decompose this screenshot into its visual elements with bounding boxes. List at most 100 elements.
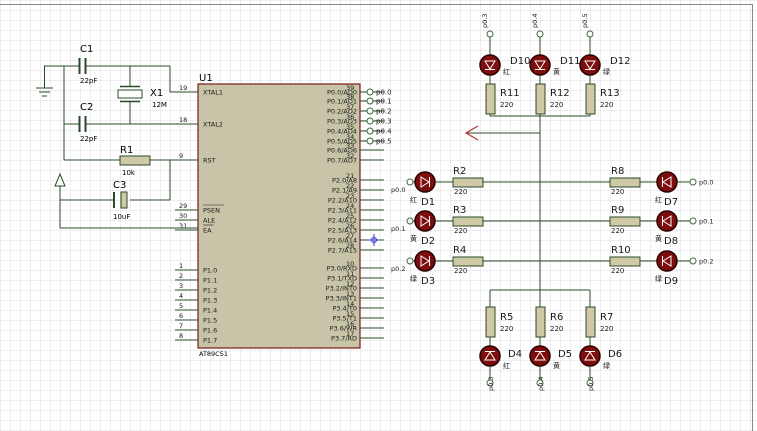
resistor-value: 220 [600,325,613,333]
pin-number: 7 [179,322,183,330]
pin-number: 29 [179,202,187,210]
pin-label: PSEN [203,207,220,215]
terminal-label: p0.2 [376,108,392,116]
terminal-label: p0.2 [699,258,713,266]
terminal-p0.2[interactable] [689,257,697,265]
pin-number: 30 [179,212,187,220]
led-color-label: 黄 [410,234,417,243]
mcu-part: AT89C51 [199,350,228,358]
terminal-label: p0.4 [531,14,539,28]
led-name: D7 [664,197,678,208]
led-color-label: 绿 [603,361,610,370]
resistor-value: 220 [550,101,563,109]
led-name: D1 [421,197,435,208]
terminal-label: p0.2 [391,265,405,273]
led-color-label: 黄 [655,234,662,243]
pin-label: P2.7/A15 [328,247,357,255]
led-color-label: 黄 [553,361,560,370]
resistor-value: 220 [611,188,624,196]
led-name: D2 [421,236,435,247]
led-color-label: 红 [655,195,662,204]
led-color-label: 红 [503,361,510,370]
pin-label: P1.3 [203,297,217,305]
terminal-p0.4[interactable] [366,127,374,135]
led-color-label: 红 [410,195,417,204]
terminal-p0.0[interactable] [689,178,697,186]
pin-number: 1 [179,262,183,270]
schematic-canvas[interactable]: U1 AT89C51 19XTAL118XTAL29RST29PSEN30ALE… [0,0,757,431]
resistor-name: R13 [600,88,620,99]
resistor-value: 220 [611,227,624,235]
pin-label: RST [203,157,216,165]
resistor-value: 220 [500,101,513,109]
terminal-label: p0.0 [699,179,713,187]
pin-label: P3.7/RD [331,335,357,343]
terminal-label: p0.5 [376,138,392,146]
resistor-name: R6 [550,312,563,323]
pin-number: 9 [179,152,183,160]
c2-value: 22pF [80,135,97,143]
terminal-p0.4[interactable] [536,30,544,38]
pin-number: 31 [179,222,187,230]
terminal-label: p0.1 [699,218,713,226]
mcu-at89c51[interactable]: U1 AT89C51 19XTAL118XTAL29RST29PSEN30ALE… [175,73,384,358]
pin-label: P1.4 [203,307,217,315]
led-name: D11 [560,56,580,67]
terminal-p0.1[interactable] [689,217,697,225]
pin-label: XTAL2 [203,121,223,129]
resistor-name: R2 [453,166,466,177]
pin-number: 6 [179,312,183,320]
terminal-p0.3[interactable] [366,117,374,125]
terminal-label: p0.5 [587,377,595,391]
terminal-p0.5[interactable] [366,137,374,145]
resistor-name: R7 [600,312,613,323]
resistor-name: R10 [611,245,631,256]
resistor-value: 220 [454,188,467,196]
terminal-p0.3[interactable] [486,30,494,38]
resistor-name: R9 [611,205,624,216]
resistor-value: 220 [500,325,513,333]
led-name: D4 [508,349,522,360]
led-name: D10 [510,56,530,67]
x1-label: X1 [150,88,163,99]
terminal-p0.2[interactable] [366,107,374,115]
resistor-name: R5 [500,312,513,323]
terminal-label: p0.5 [581,14,589,28]
led-color-label: 绿 [410,274,417,283]
pin-label: P1.2 [203,287,217,295]
terminal-p0.1[interactable] [366,97,374,105]
terminal-label: p0.1 [376,98,392,106]
pin-label: P1.7 [203,337,217,345]
led-color-label: 绿 [603,67,610,76]
terminal-label: p0.1 [391,225,405,233]
terminal-p0.5[interactable] [586,30,594,38]
resistor-name: R4 [453,245,466,256]
terminal-p0.2[interactable] [406,257,414,265]
terminal-label: p0.0 [376,89,392,97]
led-name: D8 [664,236,678,247]
pin-number: 5 [179,302,183,310]
terminal-label: p0.4 [376,128,392,136]
terminal-p0.1[interactable] [406,217,414,225]
pin-number: 2 [179,272,183,280]
terminal-p0.0[interactable] [406,178,414,186]
pin-label: EA [203,227,212,235]
resistor-name: R8 [611,166,624,177]
r1-label: R1 [120,145,133,156]
led-color-label: 红 [503,67,510,76]
pin-label: P1.5 [203,317,217,325]
resistor-value: 220 [454,267,467,275]
terminal-label: p0.3 [376,118,392,126]
led-name: D12 [610,56,630,67]
terminal-label: p0.4 [537,377,545,391]
terminal-p0.0[interactable] [366,88,374,96]
resistor-value: 220 [550,325,563,333]
pin-label: ALE [203,217,215,225]
led-color-label: 绿 [655,274,662,283]
pin-number: 8 [179,332,183,340]
x1-value: 12M [152,101,167,109]
resistor-name: R12 [550,88,570,99]
resistor-name: R11 [500,88,520,99]
pin-number: 19 [179,84,187,92]
terminal-label: p0.3 [481,14,489,28]
